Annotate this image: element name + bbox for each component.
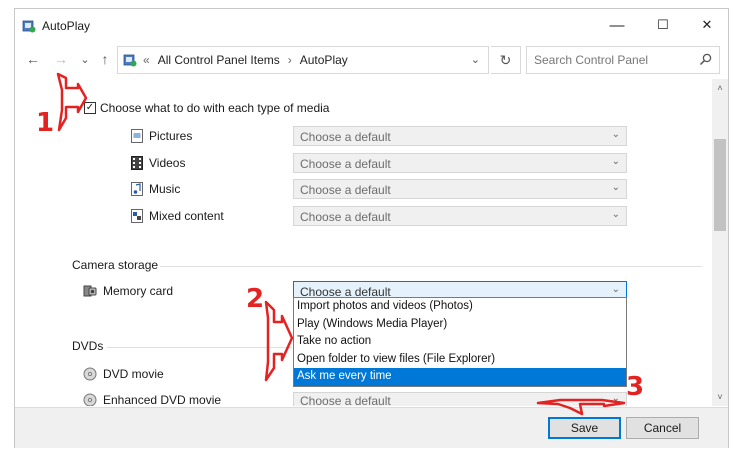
memory-card-icon: [83, 285, 97, 297]
pictures-icon: [131, 129, 143, 143]
breadcrumb: « All Control Panel Items › AutoPlay: [143, 53, 348, 67]
chevron-down-icon: ⌄: [611, 393, 620, 404]
chevron-down-icon: ⌄: [80, 53, 90, 66]
media-label-enhanced-dvd-movie: Enhanced DVD movie: [103, 393, 222, 406]
camera-storage-heading: Camera storage: [72, 258, 159, 272]
media-row-dvd-movie: DVD movie: [83, 364, 283, 384]
search-placeholder: Search Control Panel: [534, 53, 649, 67]
up-arrow-icon: ↑: [101, 51, 109, 67]
address-dropdown-icon[interactable]: ⌄: [471, 53, 480, 66]
back-arrow-icon: ←: [26, 51, 40, 67]
vertical-scrollbar[interactable]: ˄ ˅: [712, 79, 728, 406]
chevron-down-icon: ⌄: [611, 182, 620, 193]
forward-arrow-icon: →: [54, 51, 68, 67]
scroll-thumb[interactable]: [714, 139, 726, 231]
breadcrumb-separator-icon[interactable]: ›: [288, 53, 292, 67]
select-value: Choose a default: [300, 210, 391, 224]
breadcrumb-all-control-panel-items[interactable]: All Control Panel Items: [158, 53, 280, 67]
media-label-dvd-movie: DVD movie: [103, 367, 164, 381]
media-label-memory-card: Memory card: [103, 284, 174, 298]
dropdown-option-ask-me-every-time[interactable]: Ask me every time: [294, 368, 626, 386]
autoplay-window: AutoPlay — ☐ ✕ ← → ⌄ ↑ « All Control Pan…: [14, 8, 729, 448]
refresh-button[interactable]: ↻: [491, 46, 521, 74]
select-value: Choose a default: [300, 130, 391, 144]
chevron-down-icon: ⌄: [611, 156, 620, 167]
scroll-up-arrow-icon[interactable]: ˄: [712, 81, 728, 95]
dropdown-option-play[interactable]: Play (Windows Media Player): [294, 316, 626, 334]
media-row-videos: Videos Choose a default ⌄: [131, 153, 631, 173]
dvd-icon: [83, 393, 97, 406]
videos-icon: [131, 156, 143, 170]
address-bar[interactable]: « All Control Panel Items › AutoPlay ⌄: [117, 46, 489, 74]
close-icon: ✕: [701, 17, 713, 32]
recent-locations-button[interactable]: ⌄: [75, 49, 95, 69]
refresh-icon: ↻: [499, 51, 512, 68]
memory-card-dropdown-list[interactable]: Import photos and videos (Photos) Play (…: [293, 297, 627, 387]
maximize-icon: ☐: [657, 17, 669, 32]
select-value: Choose a default: [300, 394, 391, 406]
overflow-chevron-icon[interactable]: «: [143, 53, 150, 67]
mixed-content-icon: [131, 209, 143, 223]
back-button[interactable]: ←: [23, 49, 43, 69]
maximize-button[interactable]: ☐: [640, 9, 686, 41]
up-button[interactable]: ↑: [95, 49, 115, 69]
minimize-icon: —: [609, 16, 625, 34]
enhanced-dvd-default-select[interactable]: Choose a default ⌄: [293, 392, 627, 406]
use-autoplay-checkbox[interactable]: ✓: [84, 102, 96, 114]
media-label-mixed-content: Mixed content: [149, 209, 224, 223]
breadcrumb-autoplay[interactable]: AutoPlay: [300, 53, 348, 67]
control-panel-icon: [22, 20, 36, 33]
music-default-select[interactable]: Choose a default ⌄: [293, 179, 627, 199]
use-autoplay-checkbox-row[interactable]: ✓ Choose what to do with each type of me…: [84, 101, 329, 115]
media-row-music: Music Choose a default ⌄: [131, 179, 631, 199]
chevron-down-icon: ⌄: [611, 209, 620, 220]
search-input[interactable]: Search Control Panel: [526, 46, 720, 74]
dvds-heading: DVDs: [72, 339, 104, 353]
chevron-down-icon: ⌄: [611, 129, 620, 140]
pictures-default-select[interactable]: Choose a default ⌄: [293, 126, 627, 146]
cancel-button[interactable]: Cancel: [626, 417, 699, 439]
mixed-content-default-select[interactable]: Choose a default ⌄: [293, 206, 627, 226]
chevron-down-icon: ⌄: [611, 284, 620, 295]
dropdown-option-open-folder[interactable]: Open folder to view files (File Explorer…: [294, 351, 626, 369]
dvd-icon: [83, 367, 97, 381]
close-button[interactable]: ✕: [684, 9, 730, 41]
minimize-button[interactable]: —: [594, 9, 640, 41]
select-value: Choose a default: [300, 157, 391, 171]
section-divider: [107, 347, 292, 348]
save-button[interactable]: Save: [548, 417, 621, 439]
annotation-step-3: 3: [626, 372, 645, 402]
annotation-step-2: 2: [246, 284, 265, 314]
dropdown-option-take-no-action[interactable]: Take no action: [294, 333, 626, 351]
dropdown-option-import-photos[interactable]: Import photos and videos (Photos): [294, 298, 626, 316]
navigation-bar: ← → ⌄ ↑ « All Control Panel Items › Auto…: [15, 43, 728, 77]
dialog-footer: Save Cancel: [15, 407, 728, 448]
media-row-pictures: Pictures Choose a default ⌄: [131, 126, 631, 146]
media-row-mixed-content: Mixed content Choose a default ⌄: [131, 206, 631, 226]
window-title: AutoPlay: [42, 19, 91, 33]
search-icon: [699, 53, 712, 66]
scroll-down-arrow-icon[interactable]: ˅: [712, 390, 728, 404]
media-label-pictures: Pictures: [149, 129, 193, 143]
section-divider: [160, 266, 702, 267]
select-value: Choose a default: [300, 183, 391, 197]
media-row-enhanced-dvd-movie: Enhanced DVD movie Choose a default ⌄: [83, 390, 643, 406]
media-label-videos: Videos: [149, 156, 186, 170]
use-autoplay-label: Choose what to do with each type of medi…: [100, 101, 330, 115]
music-icon: [131, 182, 143, 196]
title-bar: AutoPlay — ☐ ✕: [15, 9, 728, 41]
videos-default-select[interactable]: Choose a default ⌄: [293, 153, 627, 173]
annotation-step-1: 1: [36, 108, 55, 138]
control-panel-icon: [123, 54, 137, 67]
media-label-music: Music: [149, 182, 181, 196]
forward-button[interactable]: →: [51, 49, 71, 69]
